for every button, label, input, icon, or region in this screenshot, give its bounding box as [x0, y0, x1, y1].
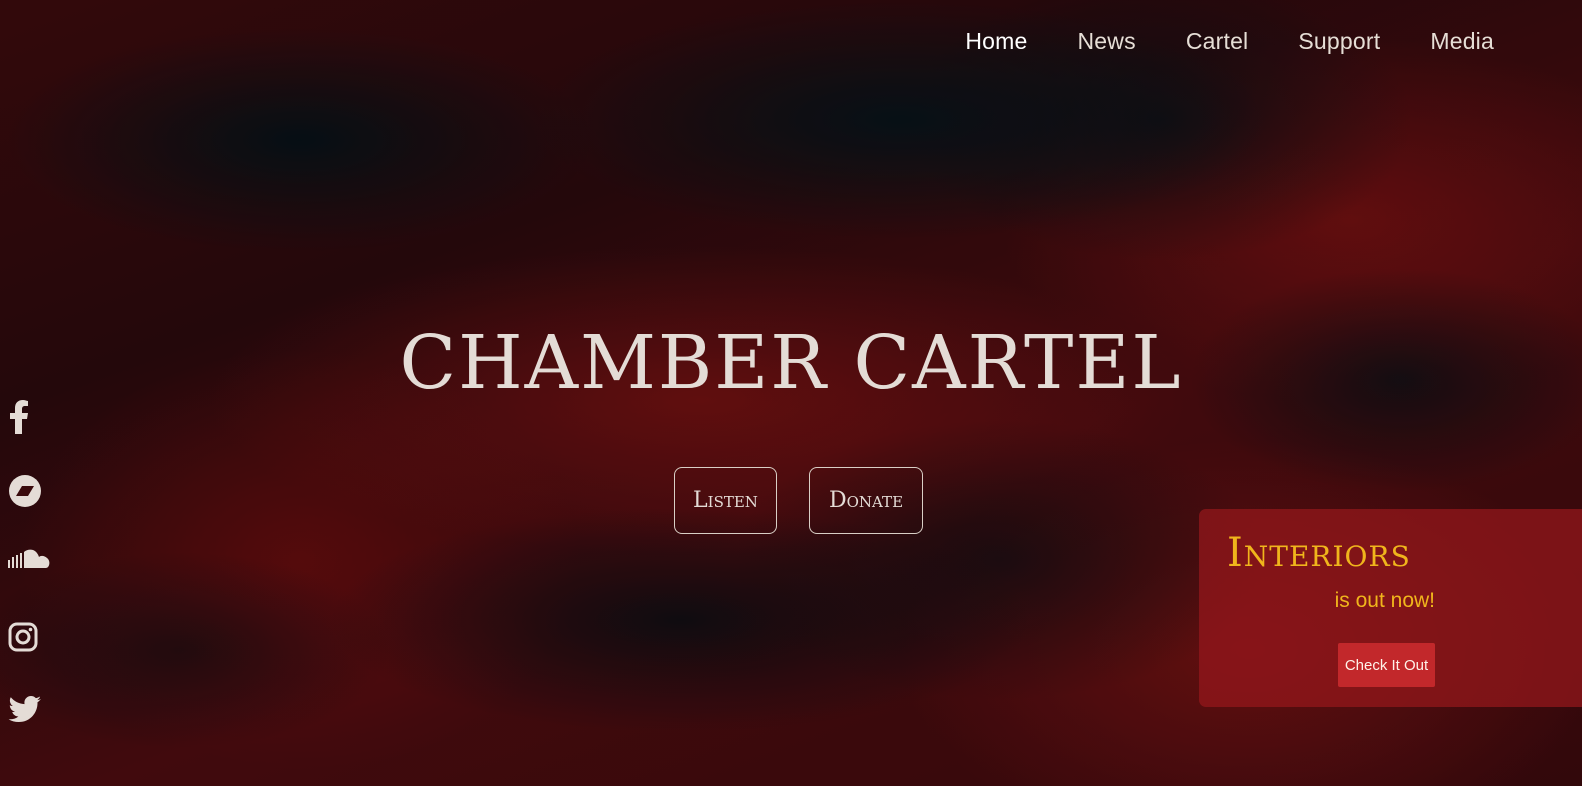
- hero-actions: Listen Donate: [674, 467, 923, 534]
- nav-item-cartel[interactable]: Cartel: [1186, 28, 1249, 55]
- nav-item-home[interactable]: Home: [965, 28, 1027, 55]
- nav-item-support[interactable]: Support: [1298, 28, 1380, 55]
- release-promo-card: Interiors is out now! Check It Out: [1199, 509, 1582, 707]
- listen-button[interactable]: Listen: [674, 467, 777, 534]
- social-links: [8, 400, 52, 770]
- soundcloud-icon[interactable]: [8, 548, 52, 622]
- promo-subtitle: is out now!: [1334, 589, 1435, 612]
- check-it-out-button[interactable]: Check It Out: [1338, 643, 1435, 687]
- promo-title: Interiors: [1227, 530, 1411, 576]
- facebook-icon[interactable]: [8, 400, 52, 474]
- landing-page: Home News Cartel Support Media CHAMBER C…: [0, 0, 1582, 786]
- twitter-icon[interactable]: [8, 696, 52, 770]
- nav-item-media[interactable]: Media: [1430, 28, 1494, 55]
- bandcamp-icon[interactable]: [8, 474, 52, 548]
- site-title: CHAMBER CARTEL: [399, 320, 1183, 406]
- main-nav: Home News Cartel Support Media: [915, 28, 1494, 55]
- instagram-icon[interactable]: [8, 622, 52, 696]
- donate-button[interactable]: Donate: [809, 467, 923, 534]
- nav-item-news[interactable]: News: [1078, 28, 1136, 55]
